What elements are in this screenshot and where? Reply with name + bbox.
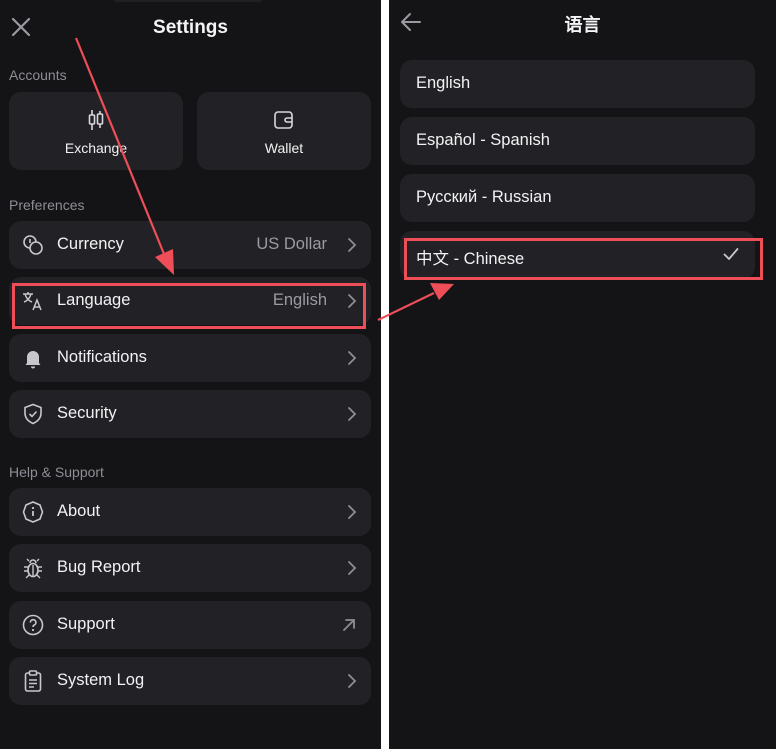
chevron-right-icon	[348, 505, 357, 519]
chinese-option-highlight	[404, 238, 763, 280]
help-circle-icon	[22, 614, 44, 636]
info-icon	[22, 501, 44, 523]
about-label: About	[57, 502, 101, 520]
chevron-right-icon	[348, 351, 357, 365]
system-log-label: System Log	[57, 671, 145, 689]
wallet-card[interactable]: Wallet	[197, 92, 371, 170]
section-label-preferences: Preferences	[9, 197, 85, 213]
page-title: 语言	[564, 15, 601, 35]
language-option-russian[interactable]: Русский - Russian	[400, 174, 755, 222]
bug-report-row[interactable]: Bug Report	[9, 544, 371, 592]
wallet-label: Wallet	[264, 140, 304, 156]
bug-icon	[24, 558, 42, 579]
settings-screen: Settings Accounts Exchange Wallet Prefer…	[0, 0, 381, 749]
top-handle	[110, 0, 266, 2]
shield-icon	[24, 403, 42, 425]
language-option-label: Español - Spanish	[416, 131, 550, 149]
external-link-arrow-icon	[343, 619, 355, 631]
exchange-card[interactable]: Exchange	[9, 92, 183, 170]
support-label: Support	[57, 615, 115, 633]
candlestick-chart-icon	[88, 110, 104, 130]
bug-report-label: Bug Report	[57, 558, 141, 576]
language-screen: 语言 English Español - Spanish Русский - R…	[389, 0, 776, 749]
notifications-row[interactable]: Notifications	[9, 334, 371, 382]
bell-icon	[25, 351, 41, 369]
section-label-accounts: Accounts	[9, 67, 67, 83]
language-option-english[interactable]: English	[400, 60, 755, 108]
language-option-spanish[interactable]: Español - Spanish	[400, 117, 755, 165]
chevron-right-icon	[348, 407, 357, 421]
page-title: Settings	[153, 17, 228, 38]
chevron-right-icon	[348, 561, 357, 575]
coins-icon	[23, 235, 43, 255]
language-row-highlight	[12, 283, 366, 329]
security-row[interactable]: Security	[9, 390, 371, 438]
exchange-label: Exchange	[64, 140, 128, 156]
support-row[interactable]: Support	[9, 601, 371, 649]
chevron-right-icon	[348, 674, 357, 688]
language-option-label: Русский - Russian	[416, 188, 552, 206]
currency-row[interactable]: Currency US Dollar	[9, 221, 371, 269]
about-row[interactable]: About	[9, 488, 371, 536]
language-option-label: English	[416, 74, 471, 92]
chevron-right-icon	[348, 238, 357, 252]
clipboard-icon	[24, 670, 42, 692]
notifications-label: Notifications	[57, 348, 147, 366]
currency-label: Currency	[57, 235, 124, 253]
wallet-icon	[274, 111, 293, 129]
section-label-help: Help & Support	[9, 464, 104, 480]
system-log-row[interactable]: System Log	[9, 657, 371, 705]
security-label: Security	[57, 404, 117, 422]
currency-value: US Dollar	[256, 235, 327, 253]
